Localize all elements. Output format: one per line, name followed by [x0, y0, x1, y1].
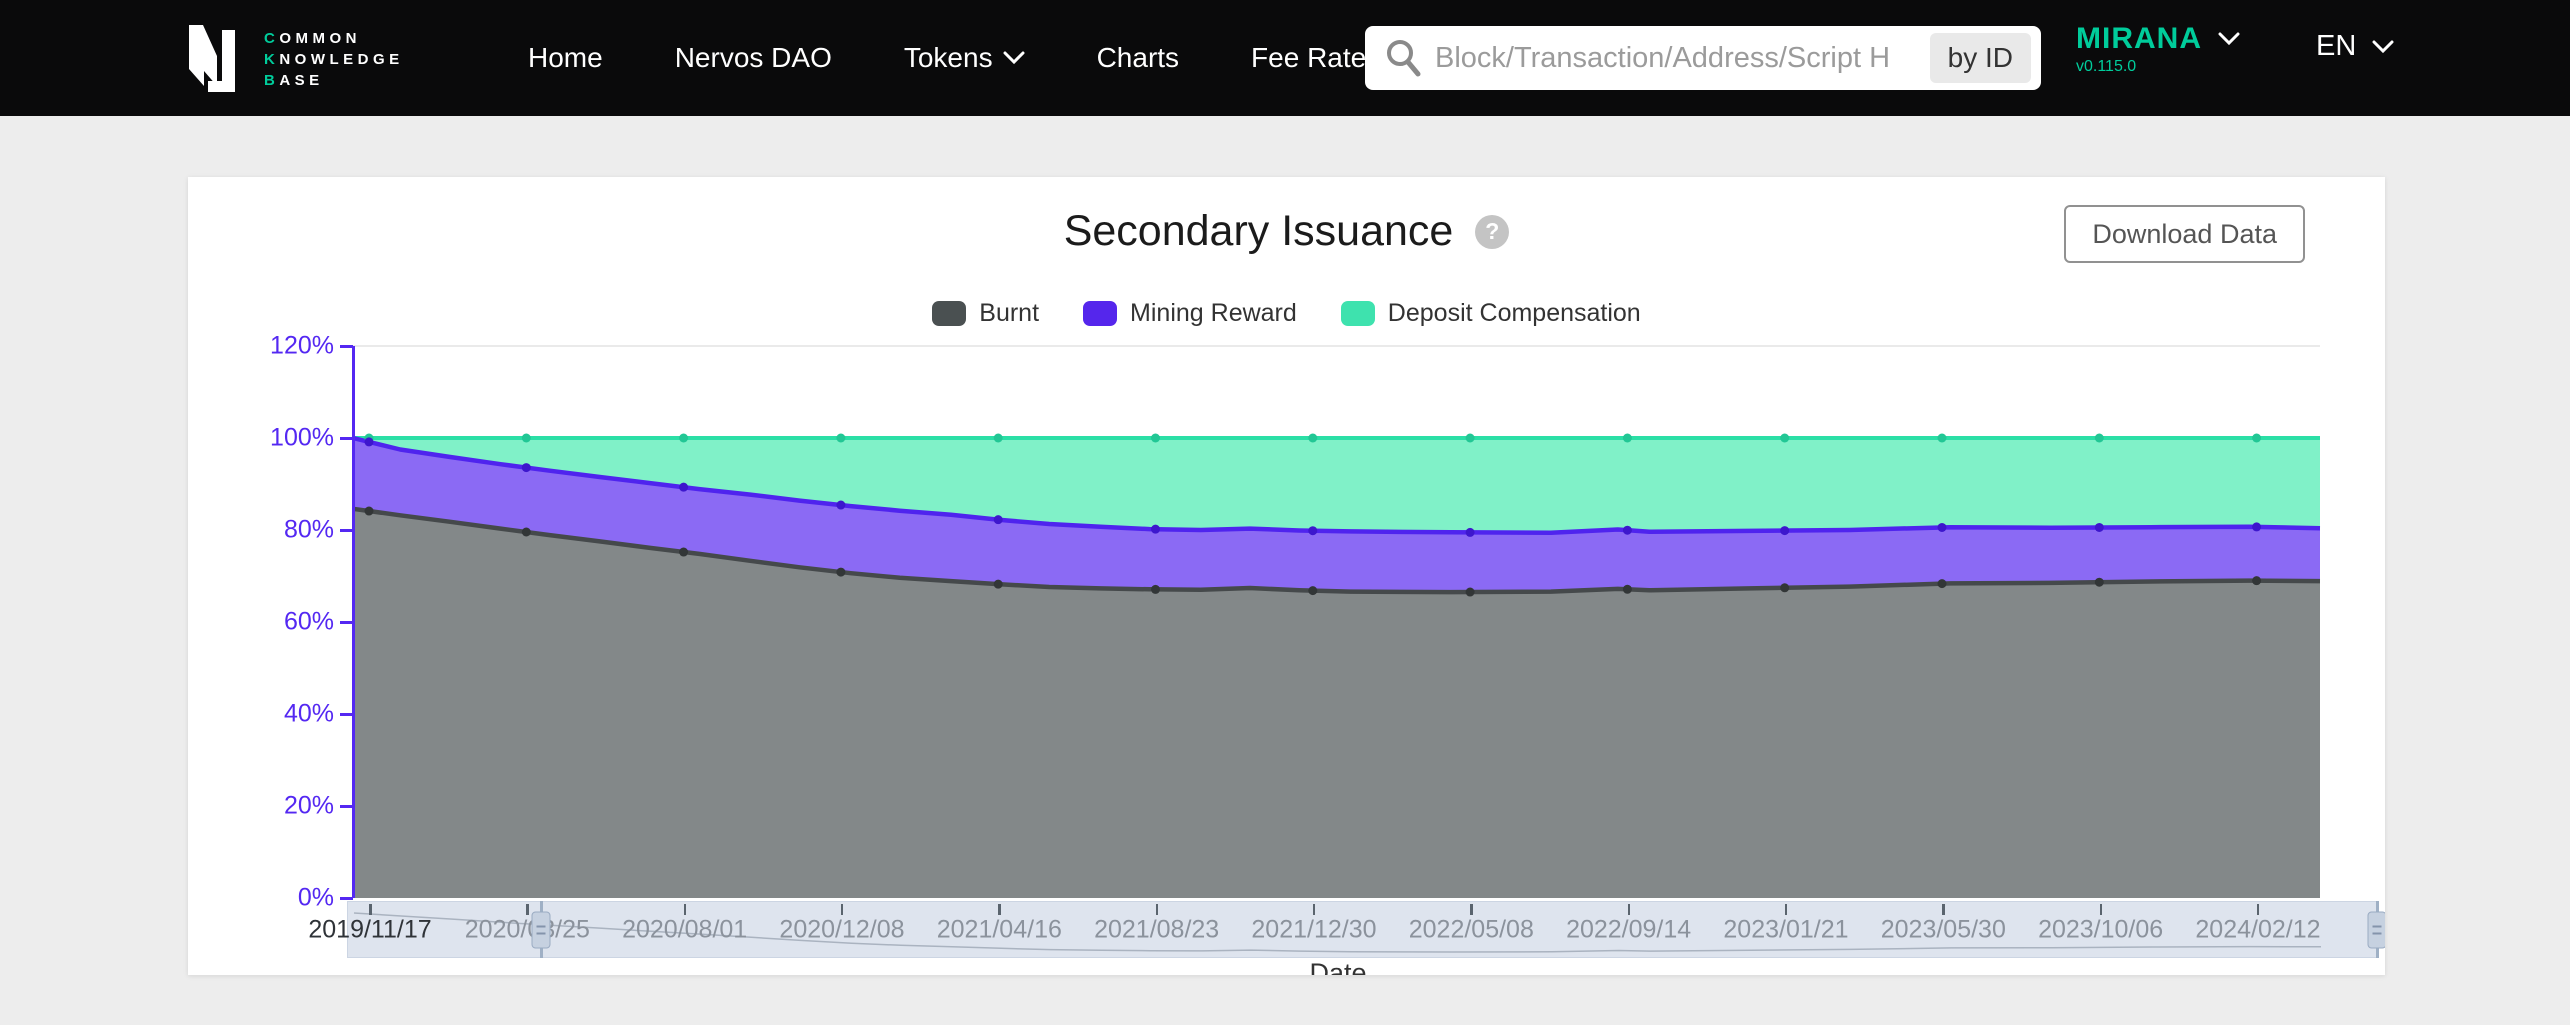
left-handle-grip[interactable]	[532, 911, 551, 948]
logo-line-1: COMMON	[264, 28, 404, 49]
nav-links: Home Nervos DAO Tokens Charts Fee Rate	[528, 0, 1366, 116]
language-label: EN	[2316, 30, 2356, 63]
x-tick-mark	[369, 904, 372, 915]
chevron-down-icon	[2218, 32, 2240, 46]
x-tick-label: 2020/03/25	[465, 915, 590, 944]
legend-item-deposit-compensation[interactable]: Deposit Compensation	[1341, 299, 1641, 328]
nervos-n-logo-icon	[188, 24, 250, 94]
y-tick-label: 100%	[244, 424, 334, 453]
datazoom-right-handle[interactable]	[2376, 901, 2379, 958]
chart-title-row: Secondary Issuance ?	[188, 207, 2385, 256]
page-title: Secondary Issuance	[1064, 207, 1454, 256]
x-tick-mark	[1313, 904, 1316, 915]
x-tick-label: 2023/10/06	[2038, 915, 2163, 944]
datazoom-slider[interactable]: 2019/11/172020/03/252020/08/012020/12/08…	[347, 901, 2377, 958]
chevron-down-icon	[2372, 40, 2394, 54]
legend-swatch	[1341, 301, 1375, 326]
x-tick-label: 2022/05/08	[1409, 915, 1534, 944]
x-tick-label: 2021/12/30	[1251, 915, 1376, 944]
x-tick-mark	[2257, 904, 2260, 915]
search-input[interactable]	[1435, 42, 1930, 75]
nav-item-charts[interactable]: Charts	[1097, 42, 1179, 74]
x-tick-mark	[1785, 904, 1788, 915]
legend-item-mining-reward[interactable]: Mining Reward	[1083, 299, 1297, 328]
legend-label: Mining Reward	[1130, 299, 1297, 328]
nav-item-tokens[interactable]: Tokens	[904, 42, 1025, 74]
y-tick-label: 60%	[244, 608, 334, 637]
download-data-button[interactable]: Download Data	[2064, 205, 2305, 263]
x-tick-mark	[526, 904, 529, 915]
stacked-area-plot	[353, 346, 2320, 898]
ckb-explorer-logo[interactable]: COMMON KNOWLEDGE BASE	[188, 24, 404, 94]
logo-wordmark: COMMON KNOWLEDGE BASE	[264, 28, 404, 91]
chart-card: Secondary Issuance ? Download Data Burnt…	[188, 177, 2385, 975]
legend-swatch	[1083, 301, 1117, 326]
nav-item-fee-rate[interactable]: Fee Rate	[1251, 42, 1366, 74]
x-tick-mark	[841, 904, 844, 915]
x-tick-label: 2024/02/12	[2195, 915, 2320, 944]
x-tick-mark	[2100, 904, 2103, 915]
y-tick-label: 40%	[244, 700, 334, 729]
x-tick-label: 2021/08/23	[1094, 915, 1219, 944]
nav-item-nervos-dao[interactable]: Nervos DAO	[675, 42, 832, 74]
top-nav-bar: COMMON KNOWLEDGE BASE Home Nervos DAO To…	[0, 0, 2570, 116]
language-selector[interactable]: EN	[2316, 30, 2394, 63]
x-tick-label: 2019/11/17	[308, 915, 431, 944]
y-tick-label: 0%	[244, 884, 334, 913]
legend-label: Burnt	[979, 299, 1039, 328]
legend-label: Deposit Compensation	[1388, 299, 1641, 328]
chevron-down-icon	[1003, 51, 1025, 65]
x-tick-mark	[1628, 904, 1631, 915]
y-axis-line	[352, 346, 355, 898]
x-tick-mark	[1156, 904, 1159, 915]
search-by-id-button[interactable]: by ID	[1930, 33, 2031, 83]
logo-line-3: BASE	[264, 70, 404, 91]
x-axis-title: Date	[1278, 958, 1398, 975]
y-tick-label: 80%	[244, 516, 334, 545]
x-tick-label: 2023/01/21	[1723, 915, 1848, 944]
x-tick-mark	[1942, 904, 1945, 915]
legend-item-burnt[interactable]: Burnt	[932, 299, 1039, 328]
x-tick-label: 2021/04/16	[937, 915, 1062, 944]
x-tick-mark	[1470, 904, 1473, 915]
x-tick-label: 2023/05/30	[1881, 915, 2006, 944]
nav-item-home[interactable]: Home	[528, 42, 603, 74]
x-tick-label: 2020/08/01	[622, 915, 747, 944]
logo-line-2: KNOWLEDGE	[264, 49, 404, 70]
network-name: MIRANA	[2076, 22, 2202, 56]
search-icon	[1383, 37, 1423, 79]
datazoom-left-handle[interactable]	[540, 901, 543, 958]
y-tick-label: 20%	[244, 792, 334, 821]
global-search-bar: by ID	[1365, 26, 2041, 90]
legend-swatch	[932, 301, 966, 326]
x-tick-label: 2022/09/14	[1566, 915, 1691, 944]
network-version: v0.115.0	[2076, 58, 2240, 76]
y-tick-label: 120%	[244, 332, 334, 361]
network-selector[interactable]: MIRANA v0.115.0	[2076, 22, 2240, 76]
x-tick-mark	[998, 904, 1001, 915]
help-icon[interactable]: ?	[1475, 215, 1509, 249]
x-tick-label: 2020/12/08	[779, 915, 904, 944]
chart-legend: Burnt Mining Reward Deposit Compensation	[188, 299, 2385, 328]
right-handle-grip[interactable]	[2368, 911, 2385, 948]
x-tick-mark	[684, 904, 687, 915]
